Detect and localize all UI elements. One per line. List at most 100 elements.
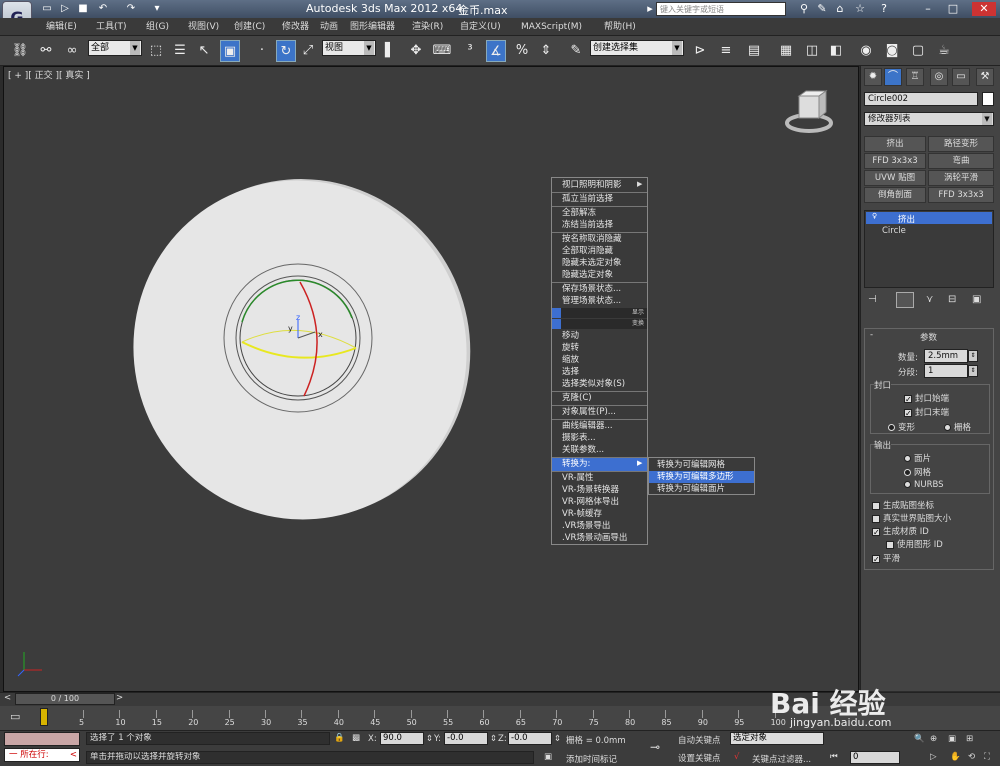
zoom-extents-icon[interactable]: ▣ (948, 734, 956, 744)
x-spinner-icon[interactable]: ⇕ (426, 734, 433, 744)
maximize-viewport-icon[interactable]: ⛶ (984, 752, 990, 762)
go-to-start-icon[interactable]: ⏮ (830, 752, 838, 762)
quad-item-unhide-all[interactable]: 全部取消隐藏 (552, 245, 647, 258)
menu-create[interactable]: 创建(C) (234, 20, 265, 34)
menu-rendering[interactable]: 渲染(R) (412, 20, 443, 34)
menu-views[interactable]: 视图(V) (188, 20, 219, 34)
modifier-uvw-map-button[interactable]: UVW 贴图 (864, 170, 926, 186)
zoom-icon[interactable]: 🔍 (914, 734, 925, 744)
undo-icon[interactable]: ↶ (96, 2, 110, 15)
rendered-frame-icon[interactable]: ▢ (908, 40, 928, 62)
modifier-extrude-button[interactable]: 挤出 (864, 136, 926, 152)
set-key-button[interactable]: 设置关键点 (678, 752, 721, 764)
absolute-offset-icon[interactable]: ▩ (352, 733, 360, 743)
display-tab-icon[interactable]: ▭ (952, 68, 970, 86)
modify-tab-icon[interactable]: ⌒ (884, 68, 902, 86)
y-coordinate-input[interactable]: -0.0 (444, 732, 488, 745)
submenu-item-editable-poly[interactable]: 转换为可编辑多边形 (649, 471, 754, 483)
viewcube-icon[interactable] (784, 90, 834, 134)
curve-editor-icon[interactable]: ◫ (802, 40, 822, 62)
maximize-icon[interactable]: □ (945, 2, 961, 16)
next-frame-icon[interactable]: > (116, 693, 123, 703)
make-unique-icon[interactable]: ⋎ (926, 294, 933, 305)
quad-item-unhide-by-name[interactable]: 按名称取消隐藏 (552, 233, 647, 246)
pin-stack-icon[interactable]: ⊣ (868, 294, 877, 305)
menu-edit[interactable]: 编辑(E) (46, 20, 77, 34)
bind-to-space-warp-icon[interactable]: ∞ (62, 40, 82, 62)
add-time-tag[interactable]: 添加时间标记 (566, 753, 617, 765)
zoom-extents-all-icon[interactable]: ⊞ (966, 734, 973, 744)
select-scale-icon[interactable]: ⤢ (298, 40, 318, 62)
select-and-link-icon[interactable]: ⛓ (10, 40, 30, 62)
submenu-item-editable-mesh[interactable]: 转换为可编辑网格 (649, 459, 754, 471)
x-coordinate-input[interactable]: 90.0 (380, 732, 424, 745)
modifier-ffd-button[interactable]: FFD 3x3x3 (864, 153, 926, 169)
time-slider[interactable]: 0 / 100 (15, 693, 115, 705)
gen-map-coords-checkbox[interactable]: 生成贴图坐标 (872, 499, 934, 511)
cap-end-checkbox[interactable]: ✓ 封口末端 (904, 406, 949, 418)
quad-item-unfreeze-all[interactable]: 全部解冻 (552, 207, 647, 220)
quad-item-select[interactable]: 选择 (552, 366, 647, 379)
object-color-swatch[interactable] (982, 92, 994, 106)
mirror-icon[interactable]: ⊳ (690, 40, 710, 62)
render-production-icon[interactable]: ☕ (934, 40, 954, 62)
quad-item-manage-scene-states[interactable]: 管理场景状态... (552, 295, 647, 308)
modifier-bend-button[interactable]: 弯曲 (928, 153, 994, 169)
menu-maxscript[interactable]: MAXScript(M) (521, 20, 582, 34)
submenu-item-editable-patch[interactable]: 转换为可编辑面片 (649, 483, 754, 495)
material-editor-icon[interactable]: ◉ (856, 40, 876, 62)
quad-item-vr-mesh-export[interactable]: VR-网格体导出 (552, 496, 647, 509)
morph-radio[interactable]: 变形 (888, 421, 915, 433)
quad-item-rotate[interactable]: 旋转 (552, 342, 647, 355)
coin-object[interactable] (100, 160, 500, 540)
tools-icon[interactable]: ✎ (814, 2, 830, 16)
select-object-icon[interactable]: ⬚ (146, 40, 166, 62)
patch-radio[interactable]: 面片 (904, 452, 931, 464)
quad-item-move[interactable]: 移动 (552, 330, 647, 343)
create-tab-icon[interactable]: ✹ (864, 68, 882, 86)
z-spinner-icon[interactable]: ⇕ (554, 734, 561, 744)
quad-item-clone[interactable]: 克隆(C) (552, 392, 647, 405)
nurbs-radio[interactable]: NURBS (904, 480, 944, 490)
selection-set-dropdown[interactable]: 选定对象 (730, 732, 824, 745)
auto-key-button[interactable]: 自动关键点 (678, 734, 721, 746)
cap-start-checkbox[interactable]: ✓ 封口始端 (904, 392, 949, 404)
prev-frame-icon[interactable]: < (4, 693, 11, 703)
unlink-icon[interactable]: ⚯ (36, 40, 56, 62)
align-icon[interactable]: ≡ (716, 40, 736, 62)
named-selection-dropdown[interactable]: 创建选择集 ▼ (590, 40, 684, 56)
orbit-icon[interactable]: ⟲ (968, 752, 975, 762)
favorites-star-icon[interactable]: ☆ (852, 2, 868, 16)
real-world-map-checkbox[interactable]: 真实世界贴图大小 (872, 512, 951, 524)
menu-modifiers[interactable]: 修改器 (282, 20, 309, 34)
angle-snap-icon[interactable]: ∡ (486, 40, 506, 62)
parameters-title[interactable]: 参数 (920, 331, 937, 343)
render-setup-icon[interactable]: ◙ (882, 40, 902, 62)
help-icon[interactable]: ? (876, 2, 892, 16)
lightbulb-icon[interactable]: ♀ (872, 212, 877, 220)
quad-item-wire-parameters[interactable]: 关联参数... (552, 444, 647, 457)
snaps-toggle-icon[interactable]: ³ (460, 40, 480, 62)
menu-help[interactable]: 帮助(H) (604, 20, 636, 34)
modifier-turbosmooth-button[interactable]: 涡轮平滑 (928, 170, 994, 186)
modifier-list-dropdown[interactable]: 修改器列表 ▼ (864, 112, 994, 126)
menu-graph-editors[interactable]: 图形编辑器 (350, 20, 395, 34)
selection-filter-dropdown[interactable]: 全部 ▼ (88, 40, 142, 56)
smooth-checkbox[interactable]: ✓ 平滑 (872, 552, 900, 564)
quad-item-select-similar[interactable]: 选择类似对象(S) (552, 378, 647, 391)
quad-item-curve-editor[interactable]: 曲线编辑器... (552, 420, 647, 433)
key-filters-button[interactable]: 关键点过滤器... (752, 753, 811, 765)
quad-item-vr-properties[interactable]: VR-属性 (552, 472, 647, 485)
quad-item-scale[interactable]: 缩放 (552, 354, 647, 367)
binoculars-icon[interactable]: ⚲ (796, 2, 812, 16)
hierarchy-tab-icon[interactable]: ♖ (906, 68, 924, 86)
gen-mat-ids-checkbox[interactable]: ✓ 生成材质 ID (872, 525, 929, 537)
schematic-view-icon[interactable]: ◧ (826, 40, 846, 62)
keyboard-shortcut-override-icon[interactable]: ⌨ (432, 40, 452, 62)
remove-modifier-icon[interactable]: ⊟ (948, 294, 956, 305)
key-icon[interactable]: ⊸ (650, 740, 660, 754)
configure-sets-icon[interactable]: ▣ (972, 294, 981, 305)
object-name-field[interactable]: Circle002 (864, 92, 978, 106)
field-of-view-icon[interactable]: ▷ (930, 752, 937, 762)
amount-input[interactable]: 2.5mm (924, 349, 968, 363)
